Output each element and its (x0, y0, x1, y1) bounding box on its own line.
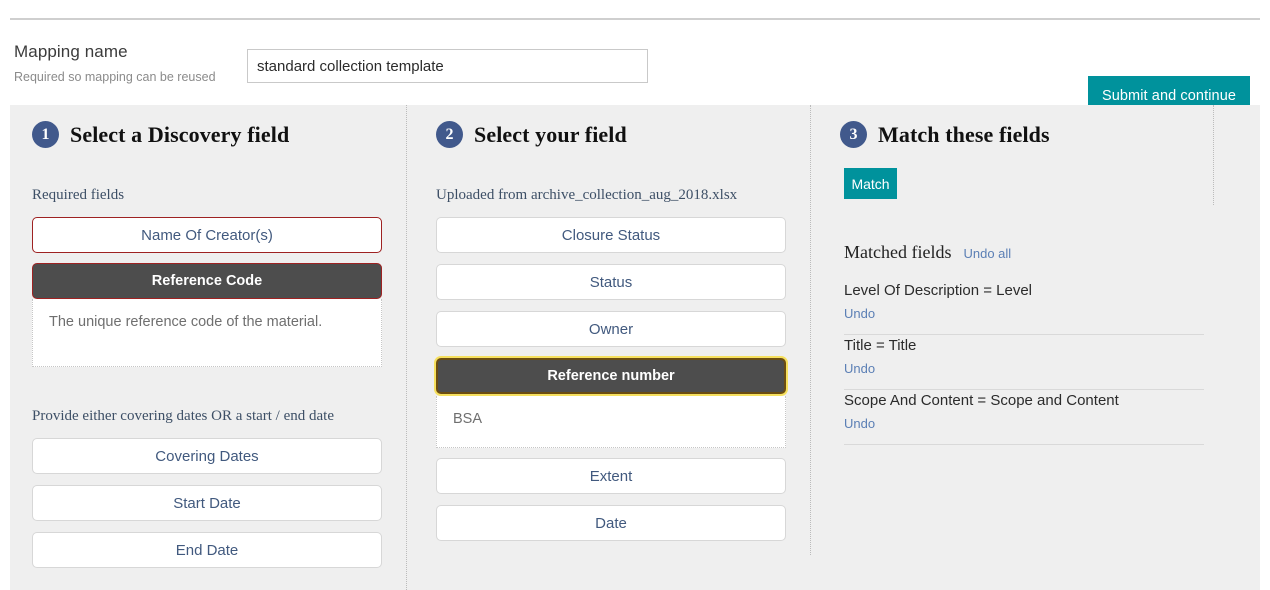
step-3-title: Match these fields (878, 121, 1050, 147)
step-2-number: 2 (436, 121, 463, 148)
match-button[interactable]: Match (844, 168, 897, 199)
step-1-title: Select a Discovery field (70, 121, 290, 147)
discovery-field-covering-dates[interactable]: Covering Dates (32, 438, 382, 474)
source-field-extent[interactable]: Extent (436, 458, 786, 494)
mapping-name-row: Mapping name Required so mapping can be … (0, 30, 1270, 115)
column-divider-1 (406, 105, 407, 590)
matched-field-row: Level Of Description = Level Undo (844, 280, 1204, 335)
undo-link[interactable]: Undo (844, 299, 1204, 334)
source-field-reference-number-value: BSA (436, 396, 786, 448)
undo-link[interactable]: Undo (844, 354, 1204, 389)
step-2-heading: 2 Select your field (436, 121, 627, 148)
matched-fields-list: Level Of Description = Level Undo Title … (844, 280, 1204, 445)
step-2-title: Select your field (474, 121, 627, 147)
mapping-name-label: Mapping name (14, 42, 128, 61)
matched-fields-heading: Matched fields Undo all (844, 242, 1011, 263)
discovery-field-start-date[interactable]: Start Date (32, 485, 382, 521)
matched-field-row: Scope And Content = Scope and Content Un… (844, 390, 1204, 445)
undo-link[interactable]: Undo (844, 409, 1204, 444)
source-field-reference-number[interactable]: Reference number (436, 358, 786, 394)
undo-all-link[interactable]: Undo all (963, 246, 1011, 261)
source-field-owner[interactable]: Owner (436, 311, 786, 347)
date-fields-label: Provide either covering dates OR a start… (32, 408, 334, 424)
top-divider (10, 18, 1260, 20)
source-field-status[interactable]: Status (436, 264, 786, 300)
matched-fields-title: Matched fields (844, 242, 952, 262)
discovery-field-reference-code[interactable]: Reference Code (32, 263, 382, 299)
column-divider-2 (810, 105, 811, 555)
step-3-heading: 3 Match these fields (840, 121, 1050, 148)
column-divider-3 (1213, 105, 1214, 205)
source-field-date[interactable]: Date (436, 505, 786, 541)
mapping-panel: 1 Select a Discovery field Required fiel… (10, 105, 1260, 590)
discovery-field-reference-code-description: The unique reference code of the materia… (32, 299, 382, 367)
discovery-field-end-date[interactable]: End Date (32, 532, 382, 568)
source-field-closure-status[interactable]: Closure Status (436, 217, 786, 253)
mapping-name-hint: Required so mapping can be reused (14, 70, 216, 84)
mapping-name-input[interactable] (247, 49, 648, 83)
step-3-number: 3 (840, 121, 867, 148)
step-1-heading: 1 Select a Discovery field (32, 121, 289, 148)
matched-field-pair: Title = Title (844, 337, 917, 354)
matched-field-row: Title = Title Undo (844, 335, 1204, 390)
matched-field-pair: Level Of Description = Level (844, 282, 1033, 299)
required-fields-label: Required fields (32, 187, 125, 203)
matched-field-pair: Scope And Content = Scope and Content (844, 392, 1119, 409)
step-1-number: 1 (32, 121, 59, 148)
discovery-field-name-of-creators[interactable]: Name Of Creator(s) (32, 217, 382, 253)
uploaded-source-label: Uploaded from archive_collection_aug_201… (436, 187, 738, 203)
mapping-tool-page: Mapping name Required so mapping can be … (0, 0, 1270, 590)
